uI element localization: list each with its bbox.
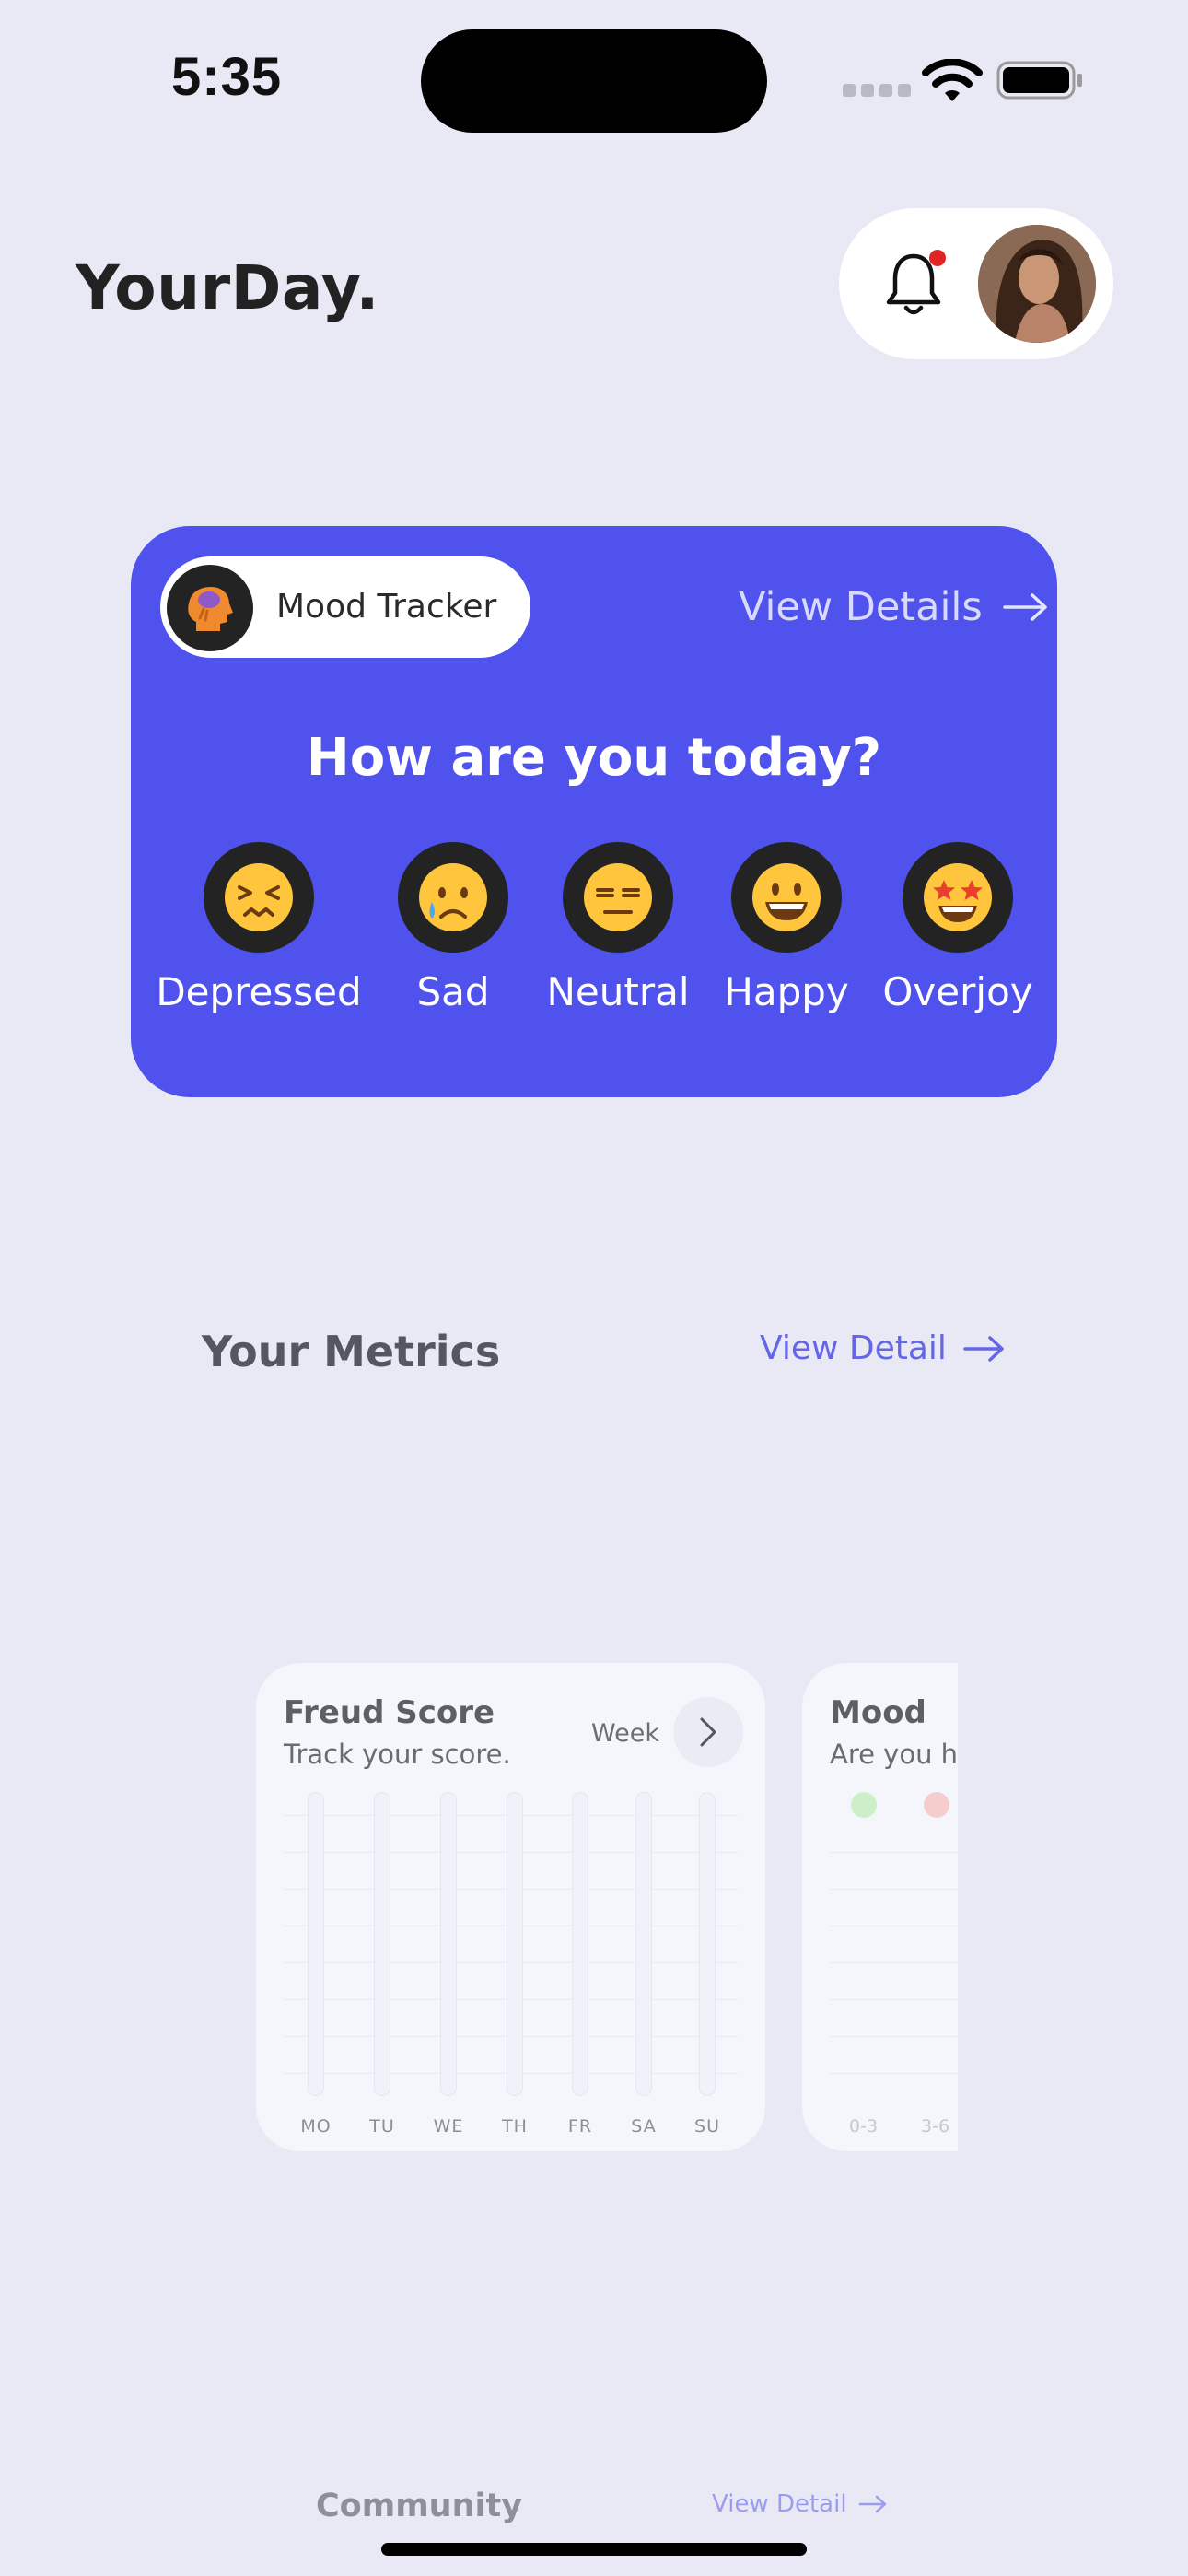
mood-dot xyxy=(924,1792,949,1818)
metrics-carousel[interactable]: Freud Score Track your score. Week MO TU… xyxy=(0,1658,958,2156)
day-label: SA xyxy=(631,2116,657,2137)
dynamic-island xyxy=(421,29,767,133)
range-label: 0-3 xyxy=(849,2116,879,2137)
range-label: 3-6 xyxy=(921,2116,950,2137)
persevering-face-icon xyxy=(204,842,314,953)
period-next-button[interactable] xyxy=(673,1697,743,1767)
avatar[interactable] xyxy=(978,225,1096,343)
mood-label: Depressed xyxy=(156,969,362,1014)
grid-line xyxy=(830,1889,958,1890)
grid-line xyxy=(830,1852,958,1853)
day-label: TU xyxy=(369,2116,395,2137)
metrics-view-detail-link[interactable]: View Detail xyxy=(760,1329,1006,1367)
period-label: Week xyxy=(591,1719,659,1748)
mood-metric-title: Mood xyxy=(830,1694,926,1731)
app-title: YourDay. xyxy=(76,252,379,323)
score-bar xyxy=(374,1792,390,2096)
status-time: 5:35 xyxy=(171,47,283,107)
freud-score-subtitle: Track your score. xyxy=(284,1739,511,1770)
grid-line xyxy=(830,2036,958,2037)
day-label: TH xyxy=(502,2116,528,2137)
mood-option-depressed[interactable]: Depressed xyxy=(148,842,369,1014)
star-struck-face-icon xyxy=(903,842,1013,953)
home-indicator[interactable] xyxy=(381,2543,807,2556)
metrics-section-title: Your Metrics xyxy=(202,1327,501,1376)
score-bar xyxy=(308,1792,324,2096)
mood-label: Overjoy xyxy=(882,969,1033,1014)
day-label: WE xyxy=(433,2116,464,2137)
freud-score-card[interactable]: Freud Score Track your score. Week MO TU… xyxy=(256,1663,765,2151)
mood-dot xyxy=(851,1792,877,1818)
grid-line xyxy=(830,1999,958,2000)
community-section-title: Community xyxy=(316,2488,523,2524)
view-details-link[interactable]: View Details xyxy=(739,584,1049,630)
score-bar xyxy=(507,1792,523,2096)
day-label: MO xyxy=(300,2116,332,2137)
mood-tracker-label: Mood Tracker xyxy=(276,588,497,626)
grid-line xyxy=(830,2073,958,2074)
crying-face-icon xyxy=(398,842,508,953)
mood-metric-card[interactable]: Mood Are you ha 0-3 3-6 xyxy=(802,1663,958,2151)
score-bar xyxy=(572,1792,588,2096)
wifi-icon xyxy=(922,59,983,101)
mood-metric-subtitle: Are you ha xyxy=(830,1739,958,1770)
view-details-label: View Details xyxy=(739,584,983,630)
notification-badge xyxy=(929,250,946,266)
freud-score-title: Freud Score xyxy=(284,1694,495,1731)
day-label: SU xyxy=(694,2116,720,2137)
community-view-detail-label: View Detail xyxy=(712,2490,847,2518)
community-view-detail-link[interactable]: View Detail xyxy=(712,2490,888,2518)
arrow-right-icon xyxy=(963,1335,1004,1362)
score-bar xyxy=(635,1792,652,2096)
head-brain-icon xyxy=(167,565,253,651)
score-bar xyxy=(699,1792,716,2096)
metrics-view-detail-label: View Detail xyxy=(760,1329,947,1367)
mood-option-overjoy[interactable]: Overjoy xyxy=(847,842,1068,1014)
score-bar xyxy=(440,1792,457,2096)
cellular-signal-icon xyxy=(843,84,911,97)
arrow-right-icon xyxy=(1003,593,1047,621)
mood-question: How are you today? xyxy=(306,728,882,788)
grid-line xyxy=(830,1962,958,1963)
arrow-right-icon xyxy=(858,2495,886,2513)
day-label: FR xyxy=(567,2116,593,2137)
battery-icon xyxy=(996,61,1082,100)
grinning-face-icon xyxy=(731,842,842,953)
chevron-right-icon xyxy=(700,1717,716,1747)
expressionless-face-icon xyxy=(563,842,673,953)
